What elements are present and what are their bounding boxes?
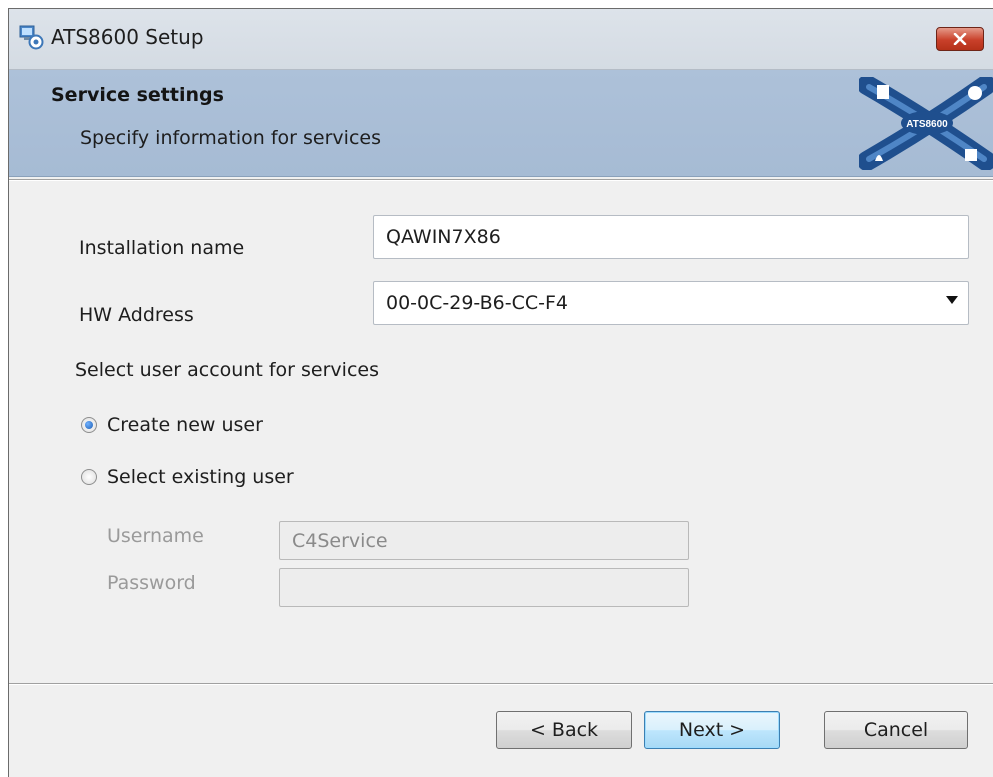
setup-app-icon [19,25,44,50]
title-bar[interactable]: ATS8600 Setup [9,9,993,70]
logo-text: ATS8600 [906,119,948,130]
create-new-user-option[interactable]: Create new user [81,414,263,436]
setup-window: ATS8600 Setup Service settings Specify i… [8,8,993,777]
create-new-user-radio[interactable] [81,417,97,433]
password-label: Password [107,572,196,594]
window-title: ATS8600 Setup [51,25,204,49]
ats8600-logo: ATS8600 [859,77,993,170]
cancel-button[interactable]: Cancel [824,711,968,749]
username-value: C4Service [292,529,388,552]
hw-address-dropdown[interactable]: 00-0C-29-B6-CC-F4 [373,281,969,325]
header-separator [9,179,993,181]
username-label: Username [107,525,204,547]
footer-separator [9,683,993,685]
select-existing-user-option[interactable]: Select existing user [81,466,294,488]
close-button[interactable] [936,27,984,51]
account-prompt: Select user account for services [75,359,379,381]
hw-address-label: HW Address [79,304,194,326]
next-button[interactable]: Next > [644,711,780,749]
page-title: Service settings [51,84,224,106]
hw-address-value: 00-0C-29-B6-CC-F4 [386,292,568,314]
select-existing-user-radio[interactable] [81,469,97,485]
username-input[interactable]: C4Service [279,521,689,560]
installation-name-label: Installation name [79,237,245,259]
installation-name-input[interactable]: QAWIN7X86 [373,215,969,259]
password-input[interactable] [279,568,689,607]
select-existing-user-label: Select existing user [107,466,294,488]
chevron-down-icon [946,296,958,304]
create-new-user-label: Create new user [107,414,263,436]
installation-name-value: QAWIN7X86 [386,226,501,248]
page-subtitle: Specify information for services [80,127,381,149]
close-icon [953,33,967,45]
back-button[interactable]: < Back [496,711,632,749]
header-banner: Service settings Specify information for… [9,70,993,177]
